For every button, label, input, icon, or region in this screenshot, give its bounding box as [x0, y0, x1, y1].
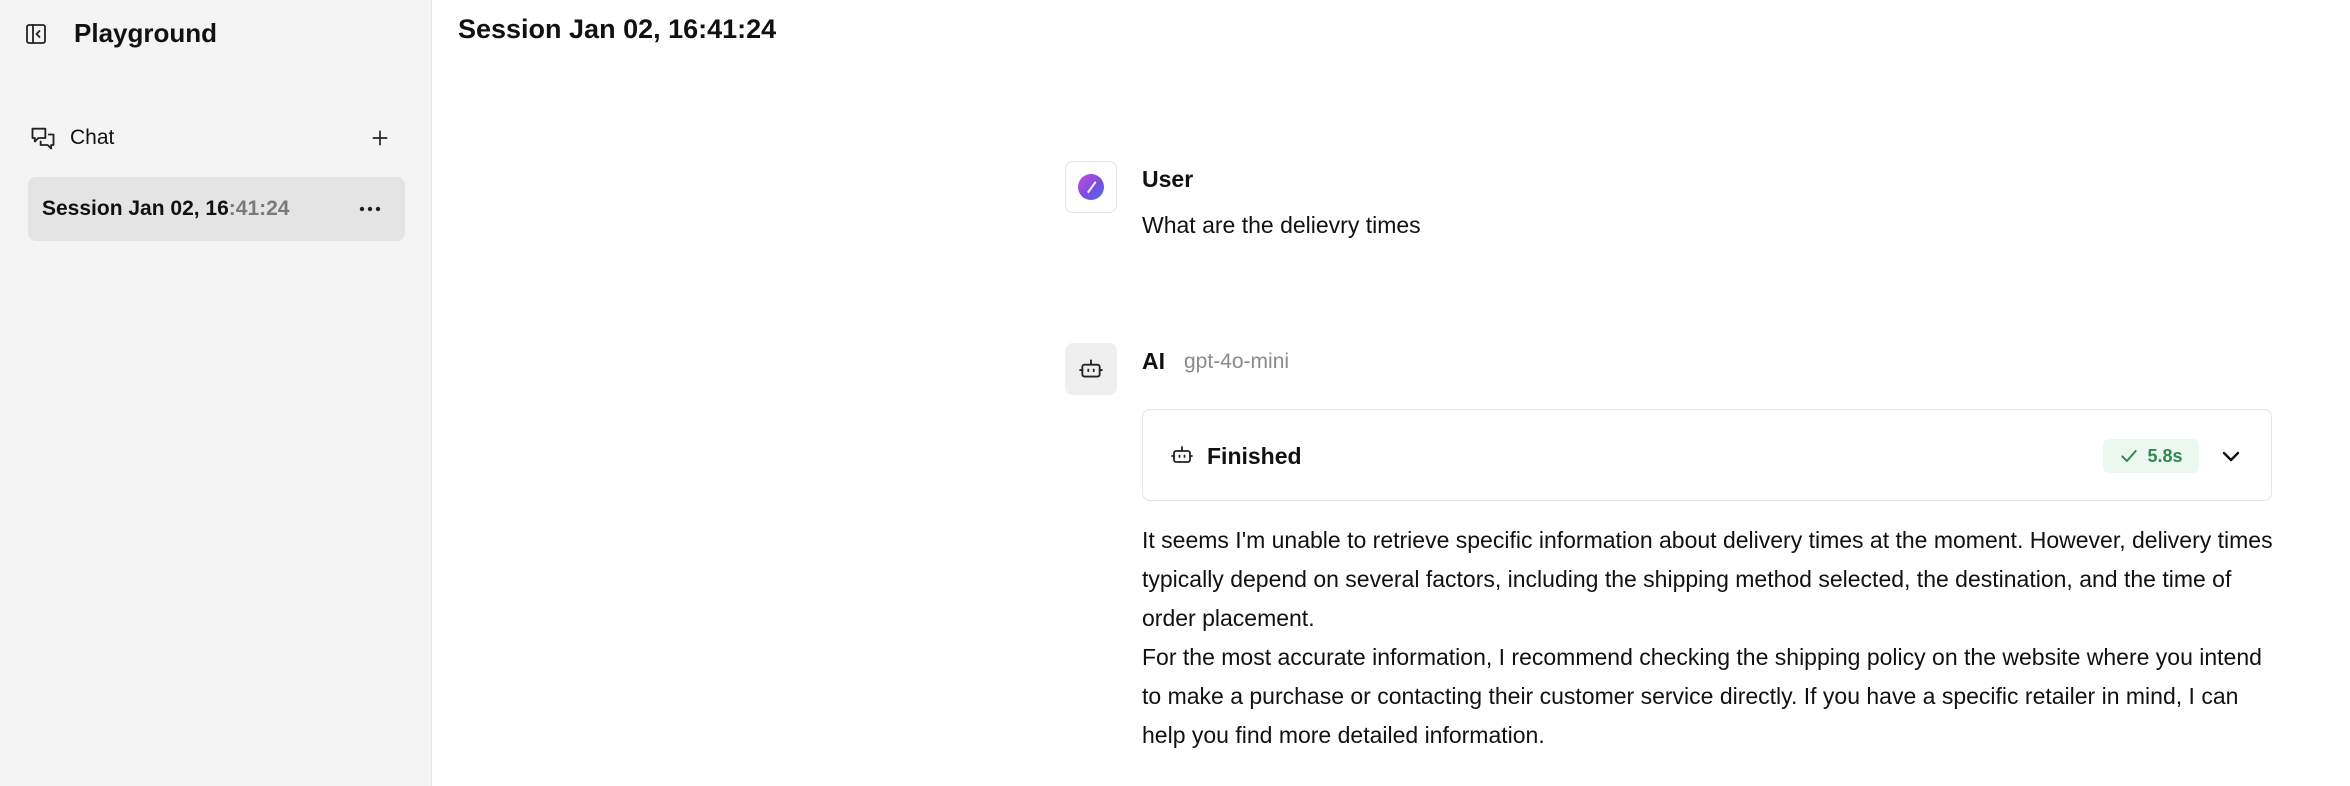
- robot-icon: [1169, 442, 1195, 468]
- app-root: Playground Chat Session Jan 02, 16:41:24: [0, 0, 2350, 786]
- chat-bubbles-icon: [28, 123, 58, 153]
- check-icon: [2121, 450, 2138, 462]
- page-title: Session Jan 02, 16:41:24: [458, 14, 777, 44]
- plus-icon: [372, 130, 388, 146]
- duration-badge: 5.8s: [2103, 439, 2199, 473]
- user-message-text: What are the delievry times: [1142, 212, 1421, 238]
- ai-avatar: [1065, 343, 1117, 395]
- session-item-active[interactable]: Session Jan 02, 16:41:24: [28, 177, 405, 241]
- session-label-main: Session Jan 02, 16: [42, 197, 229, 220]
- ai-paragraph: For the most accurate information, I rec…: [1142, 644, 2262, 748]
- user-role-label: User: [1142, 166, 1194, 192]
- tool-status-card[interactable]: Finished 5.8s: [1142, 409, 2272, 501]
- session-label-faded: :41:24: [228, 197, 290, 220]
- chat-section-label: Chat: [70, 126, 115, 149]
- session-label: Session Jan 02, 16:41:24: [42, 197, 289, 221]
- chevron-down-icon: [2222, 451, 2240, 462]
- session-more-button[interactable]: [355, 195, 385, 223]
- model-name: gpt-4o-mini: [1184, 350, 1290, 373]
- robot-icon: [1079, 359, 1103, 378]
- user-avatar: [1065, 161, 1117, 213]
- chat-main: Session Jan 02, 16:41:24 User What are t…: [432, 0, 2350, 786]
- ai-message-text: It seems I'm unable to retrieve specific…: [1142, 521, 2277, 755]
- duration-text: 5.8s: [2147, 445, 2183, 466]
- new-chat-button[interactable]: [366, 124, 394, 152]
- sidebar-collapse-icon[interactable]: [22, 20, 50, 48]
- ai-paragraph: It seems I'm unable to retrieve specific…: [1142, 527, 2273, 631]
- expand-toggle[interactable]: [2215, 440, 2247, 472]
- sidebar: Playground Chat Session Jan 02, 16:41:24: [0, 0, 432, 786]
- app-title: Playground: [74, 18, 218, 48]
- sidebar-header: Playground: [22, 18, 217, 49]
- ai-role-label: AI: [1142, 348, 1165, 374]
- chat-section-header: Chat: [28, 120, 402, 156]
- user-avatar-icon: [1078, 174, 1104, 200]
- more-horizontal-icon: [359, 206, 381, 212]
- status-label: Finished: [1207, 443, 1302, 469]
